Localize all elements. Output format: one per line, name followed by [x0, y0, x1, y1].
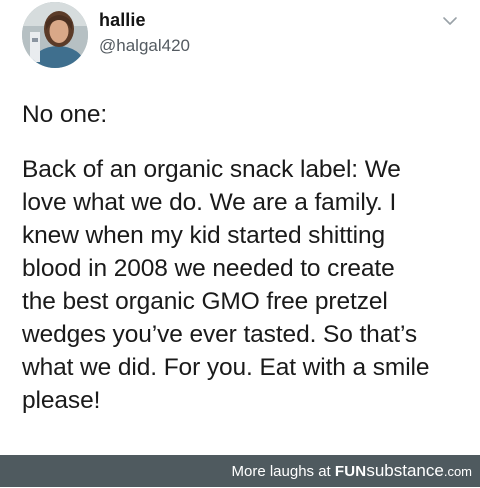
watermark-brand-regular: substance	[366, 461, 444, 480]
display-name[interactable]: hallie	[99, 10, 146, 31]
watermark-prefix: More laughs at	[231, 463, 335, 480]
chevron-down-icon[interactable]	[441, 14, 459, 28]
watermark-bar: More laughs at FUNsubstance.com	[0, 455, 480, 487]
tweet-card: hallie @halgal420 No one: Back of an org…	[0, 0, 480, 455]
profile-photo	[22, 2, 88, 68]
tweet-text: No one: Back of an organic snack label: …	[22, 98, 462, 417]
watermark-brand-bold: FUN	[334, 463, 367, 480]
watermark-suffix: .com	[443, 464, 472, 479]
tweet-lead-line: No one:	[22, 101, 108, 128]
user-handle[interactable]: @halgal420	[99, 36, 190, 56]
avatar[interactable]	[22, 2, 88, 68]
tweet-main-text: Back of an organic snack label: We love …	[22, 156, 430, 414]
watermark-text[interactable]: More laughs at FUNsubstance.com	[232, 455, 473, 487]
